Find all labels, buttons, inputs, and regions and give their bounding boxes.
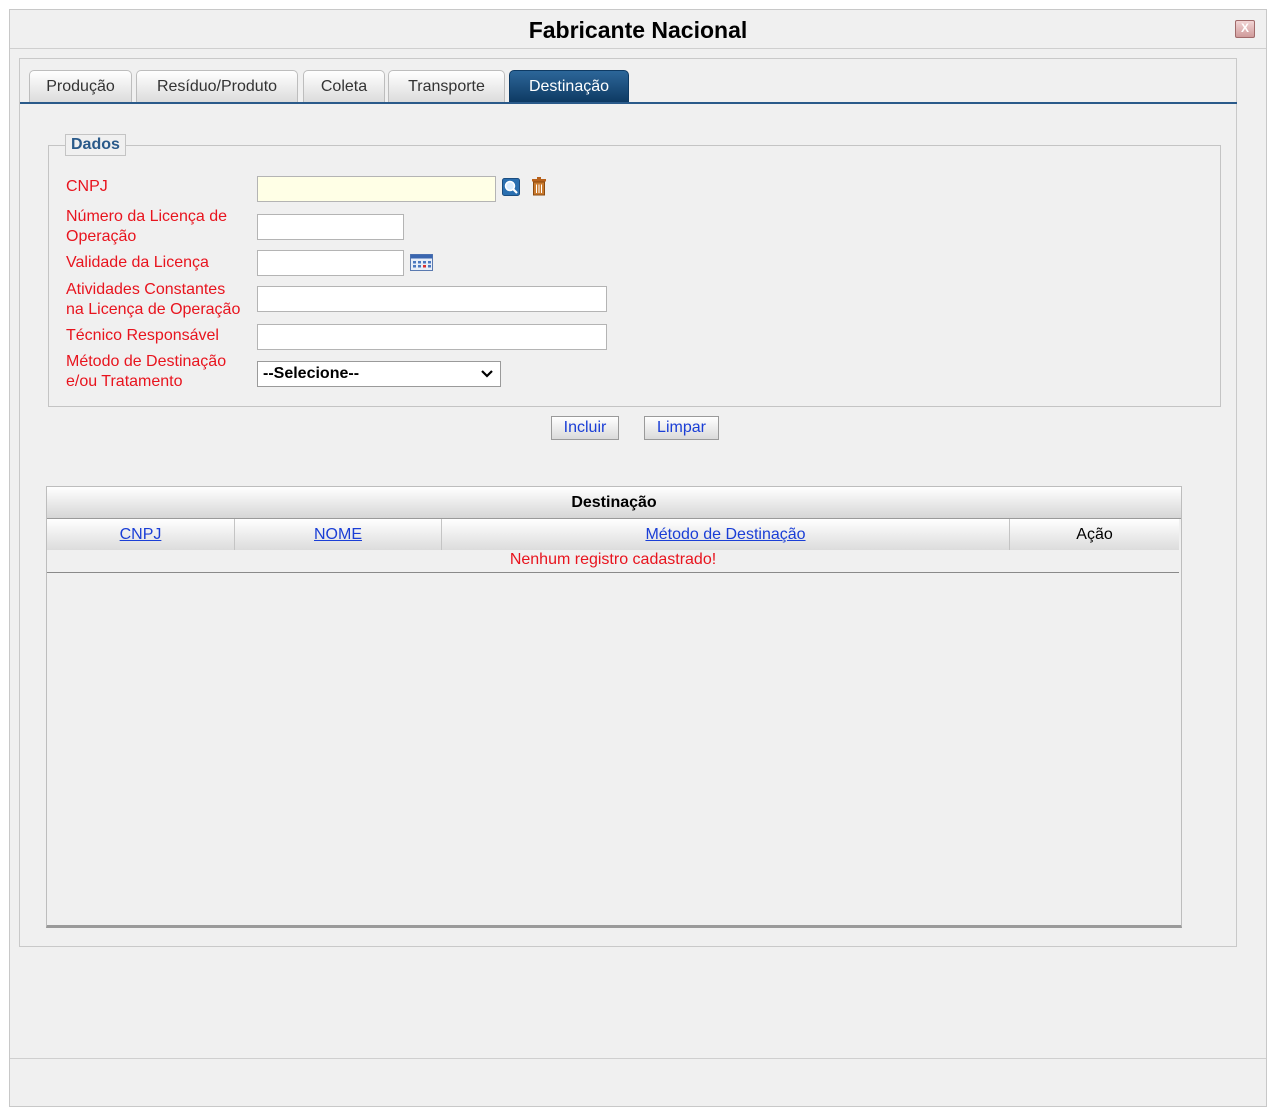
validade-input[interactable] xyxy=(257,250,404,276)
cnpj-label: CNPJ xyxy=(66,178,108,195)
validade-label: Validade da Licença xyxy=(66,254,209,271)
tab-residuo-produto[interactable]: Resíduo/Produto xyxy=(136,70,298,102)
limpar-button[interactable]: Limpar xyxy=(644,416,719,440)
empty-message: Nenhum registro cadastrado! xyxy=(47,550,1179,573)
tab-transporte[interactable]: Transporte xyxy=(388,70,505,102)
calendar-icon[interactable] xyxy=(410,254,433,271)
grid-header-row: CNPJ NOME Método de Destinação Ação xyxy=(47,519,1179,551)
col-cnpj-link[interactable]: CNPJ xyxy=(120,526,162,543)
close-button[interactable]: X xyxy=(1235,20,1255,38)
trash-icon[interactable] xyxy=(531,177,547,196)
col-nome-link[interactable]: NOME xyxy=(314,526,362,543)
tecnico-input[interactable] xyxy=(257,324,607,350)
dados-fieldset: Dados CNPJ Número da Licença de Operação xyxy=(48,134,1221,407)
metodo-label: Método de Destinação e/ou Tratamento xyxy=(66,352,226,392)
footer-divider xyxy=(10,1058,1266,1059)
atividades-label: Atividades Constantes na Licença de Oper… xyxy=(66,280,240,320)
tab-coleta[interactable]: Coleta xyxy=(303,70,385,102)
licenca-label: Número da Licença de Operação xyxy=(66,207,227,247)
tab-producao[interactable]: Produção xyxy=(29,70,132,102)
licenca-label-line2: Operação xyxy=(66,228,137,245)
col-acao: Ação xyxy=(1076,526,1113,543)
col-metodo-link[interactable]: Método de Destinação xyxy=(645,526,805,543)
atividades-label-line2: na Licença de Operação xyxy=(66,301,241,318)
atividades-label-line1: Atividades Constantes xyxy=(66,281,226,298)
col-metodo[interactable]: Método de Destinação xyxy=(442,519,1010,550)
col-cnpj[interactable]: CNPJ xyxy=(47,519,235,550)
window: Fabricante Nacional X Produção Resíduo/P… xyxy=(9,9,1267,1107)
destinacao-grid: Destinação CNPJ NOME Método de Destinaçã… xyxy=(46,486,1182,928)
search-icon[interactable] xyxy=(502,178,520,196)
metodo-label-line2: e/ou Tratamento xyxy=(66,373,183,390)
metodo-label-line1: Método de Destinação xyxy=(66,353,227,370)
metodo-select[interactable]: --Selecione-- xyxy=(257,361,501,387)
metodo-select-value: --Selecione-- xyxy=(263,365,360,382)
cnpj-input[interactable] xyxy=(257,176,496,202)
dados-legend: Dados xyxy=(65,134,126,156)
licenca-label-line1: Número da Licença de xyxy=(66,208,227,225)
col-nome[interactable]: NOME xyxy=(235,519,442,550)
licenca-input[interactable] xyxy=(257,214,404,240)
title-bar: Fabricante Nacional X xyxy=(10,10,1266,49)
grid-title: Destinação xyxy=(47,487,1181,519)
tabs-divider xyxy=(20,102,1237,104)
window-title: Fabricante Nacional xyxy=(528,17,748,43)
chevron-down-icon xyxy=(481,370,493,378)
incluir-button[interactable]: Incluir xyxy=(551,416,619,440)
tecnico-label: Técnico Responsável xyxy=(66,327,219,344)
atividades-input[interactable] xyxy=(257,286,607,312)
tab-destinacao[interactable]: Destinação xyxy=(509,70,629,102)
content-panel: Produção Resíduo/Produto Coleta Transpor… xyxy=(19,58,1237,947)
